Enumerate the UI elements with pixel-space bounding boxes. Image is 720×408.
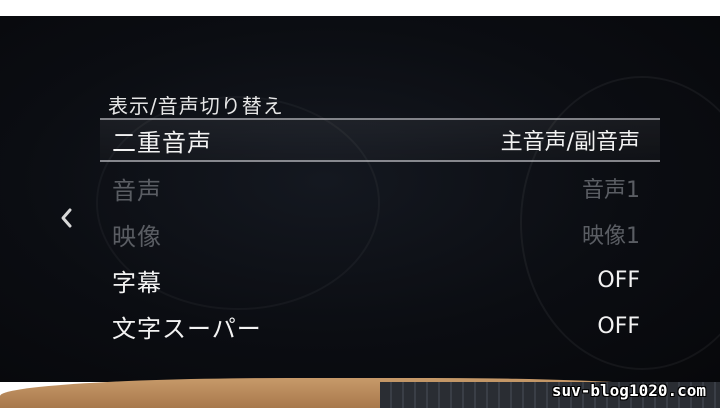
menu-item-label: 映像 — [112, 222, 162, 251]
menu-item-dual-audio[interactable]: 二重音声 主音声/副音声 — [100, 118, 660, 162]
infotainment-screen: 表示/音声切り替え 二重音声 主音声/副音声 音声 音声1 映像 映像1 字幕 … — [0, 16, 720, 382]
menu-item-subtitles[interactable]: 字幕 OFF — [100, 258, 660, 302]
menu-item-audio: 音声 音声1 — [100, 166, 660, 210]
menu-item-value: OFF — [597, 267, 640, 293]
menu-item-value: 主音声/副音声 — [500, 130, 640, 155]
menu-item-label: 音声 — [112, 176, 162, 205]
menu-item-label: 字幕 — [112, 268, 162, 297]
menu-item-value: 映像1 — [582, 224, 640, 249]
menu-item-value: 音声1 — [582, 178, 640, 203]
menu-item-superimpose[interactable]: 文字スーパー OFF — [100, 304, 660, 348]
chevron-left-icon[interactable] — [58, 206, 74, 230]
menu-item-label: 文字スーパー — [112, 314, 262, 343]
page-title: 表示/音声切り替え — [108, 94, 284, 118]
menu-item-video: 映像 映像1 — [100, 212, 660, 256]
watermark: suv-blog1020.com — [551, 381, 706, 400]
menu-item-label: 二重音声 — [112, 128, 212, 157]
menu-item-value: OFF — [597, 313, 640, 339]
